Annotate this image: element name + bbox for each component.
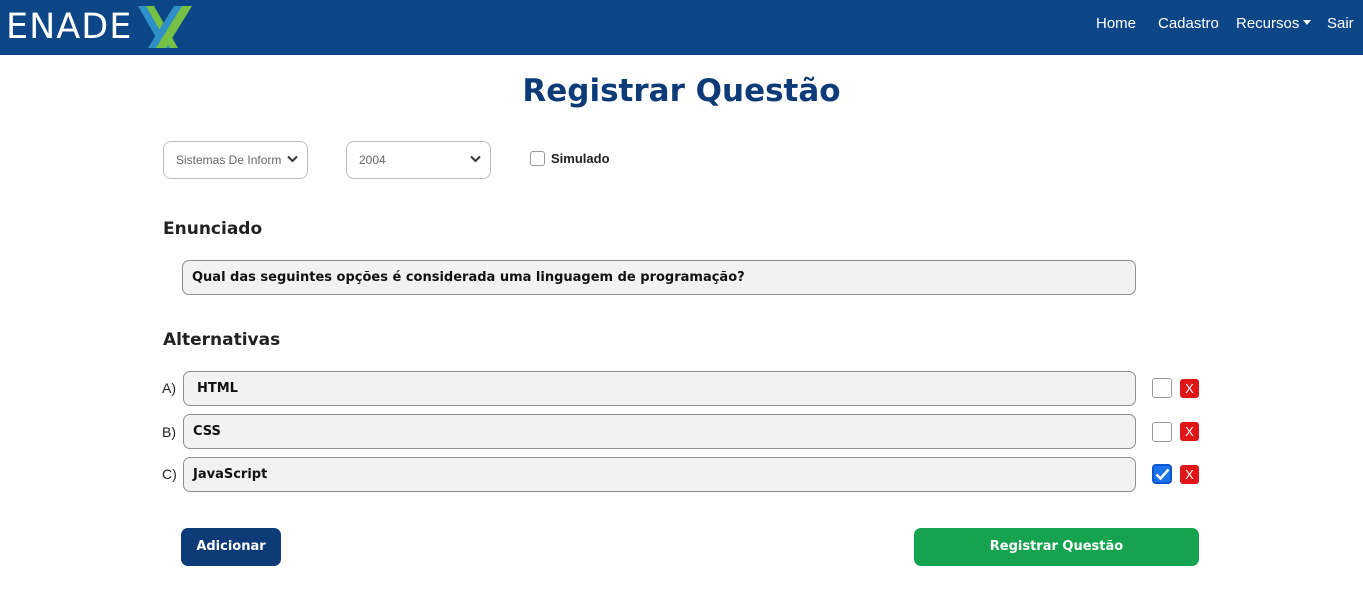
delete-alternative-b-button[interactable]: X — [1180, 422, 1199, 441]
enunciado-heading: Enunciado — [163, 219, 263, 239]
alternative-input-b[interactable]: CSS — [183, 414, 1136, 449]
correct-checkbox-b[interactable] — [1152, 422, 1172, 442]
simulado-checkbox[interactable] — [530, 151, 545, 166]
enunciado-input[interactable]: Qual das seguintes opções é considerada … — [182, 260, 1136, 295]
alternative-letter-a: A) — [162, 380, 176, 396]
enadex-logo[interactable]: ENADE X — [6, 4, 192, 48]
course-select-value: Sistemas De Inform — [176, 153, 282, 167]
delete-alternative-c-button[interactable]: X — [1180, 465, 1199, 484]
chevron-down-icon — [470, 155, 481, 163]
nav-recursos-label: Recursos — [1236, 15, 1300, 32]
logo-text: ENADE — [6, 7, 133, 47]
caret-down-icon — [1303, 20, 1312, 25]
alternativas-heading: Alternativas — [163, 330, 281, 350]
chevron-down-icon — [287, 155, 298, 163]
checkmark-icon — [1155, 468, 1170, 481]
alternative-letter-c: C) — [162, 466, 177, 482]
logo-x-mark — [138, 6, 192, 48]
alternative-letter-b: B) — [162, 424, 176, 440]
year-select-value: 2004 — [359, 153, 386, 167]
course-select[interactable]: Sistemas De Inform — [163, 141, 308, 179]
nav-home-link[interactable]: Home — [1096, 15, 1136, 32]
correct-checkbox-a[interactable] — [1152, 378, 1172, 398]
register-question-button[interactable]: Registrar Questão — [914, 528, 1199, 566]
add-alternative-button[interactable]: Adicionar — [181, 528, 281, 566]
year-select[interactable]: 2004 — [346, 141, 491, 179]
correct-checkbox-c[interactable] — [1152, 464, 1172, 484]
nav-recursos-dropdown[interactable]: Recursos — [1236, 15, 1312, 32]
nav-cadastro-link[interactable]: Cadastro — [1158, 15, 1219, 32]
delete-alternative-a-button[interactable]: X — [1180, 379, 1199, 398]
nav-sair-link[interactable]: Sair — [1327, 15, 1354, 32]
simulado-label[interactable]: Simulado — [551, 151, 610, 166]
navbar: ENADE X Home Cadastro Recursos Sair — [0, 0, 1363, 55]
page-title: Registrar Questão — [522, 73, 841, 109]
alternative-input-a[interactable]: HTML — [183, 371, 1136, 406]
alternative-input-c[interactable]: JavaScript — [183, 457, 1136, 492]
